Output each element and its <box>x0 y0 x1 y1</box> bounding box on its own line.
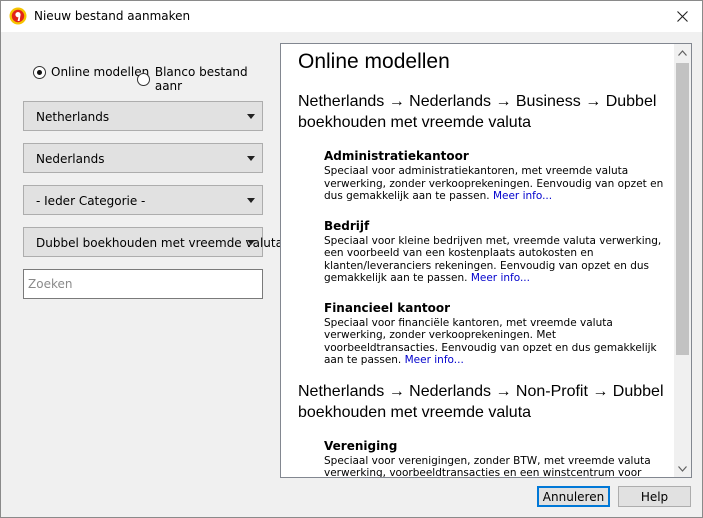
template-description-text: Speciaal voor financiële kantoren, met v… <box>324 316 657 367</box>
dropdown-value: - Ieder Categorie - <box>36 194 146 208</box>
scroll-up-button[interactable] <box>674 44 691 61</box>
template-description: Speciaal voor administratiekantoren, met… <box>324 165 669 203</box>
scroll-thumb[interactable] <box>676 63 689 355</box>
template-description: Speciaal voor verenigingen, zonder BTW, … <box>324 455 669 478</box>
template-title: Financieel kantoor <box>324 300 451 315</box>
more-info-link[interactable]: Meer info... <box>493 190 552 202</box>
radio-indicator <box>33 65 46 79</box>
dialog-window: Nieuw bestand aanmaken Online modellen B… <box>0 0 703 518</box>
dropdown-value: Nederlands <box>36 152 105 166</box>
language-dropdown[interactable]: Nederlands <box>23 143 263 173</box>
template-item[interactable]: Bedrijf Speciaal voor kleine bedrijven m… <box>324 219 669 285</box>
template-item[interactable]: Administratiekantoor Speciaal voor admin… <box>324 149 669 203</box>
search-input[interactable] <box>23 269 263 299</box>
template-title: Administratiekantoor <box>324 149 469 163</box>
scroll-down-button[interactable] <box>674 460 691 477</box>
radio-blank-label: Blanco bestand aanr <box>154 65 248 93</box>
more-info-link[interactable]: Meer info... <box>471 272 530 284</box>
chevron-up-icon <box>678 49 687 56</box>
vertical-scrollbar[interactable] <box>674 44 691 477</box>
group-path-non-profit: Netherlands → Nederlands → Non-Profit → … <box>298 382 664 421</box>
template-description: Speciaal voor kleine bedrijven met, vree… <box>324 235 669 285</box>
left-panel: Online modellen Blanco bestand aanr Neth… <box>1 32 283 518</box>
template-description: Speciaal voor financiële kantoren, met v… <box>324 317 669 367</box>
close-icon <box>676 11 688 22</box>
content-heading: Online modellen <box>298 50 450 73</box>
radio-online-models[interactable]: Online modellen <box>33 65 149 79</box>
radio-indicator <box>137 72 150 86</box>
radio-online-label: Online modellen <box>51 65 150 79</box>
file-type-dropdown[interactable]: Dubbel boekhouden met vreemde valuta <box>23 227 283 257</box>
chevron-down-icon <box>678 465 687 472</box>
cancel-button[interactable]: Annuleren <box>537 486 610 507</box>
templates-list: Online modellen Netherlands → Nederlands… <box>281 44 675 477</box>
template-title: Bedrijf <box>324 218 370 233</box>
group-path-business: Netherlands → Nederlands → Business → Du… <box>298 93 657 131</box>
template-item[interactable]: Financieel kantoor Speciaal voor financi… <box>324 301 669 367</box>
help-button[interactable]: Help <box>618 486 691 507</box>
template-title: Vereniging <box>324 438 398 453</box>
country-dropdown[interactable]: Netherlands <box>23 101 263 131</box>
chevron-down-icon <box>247 198 255 203</box>
chevron-down-icon <box>247 114 255 119</box>
templates-panel: Online modellen Netherlands → Nederlands… <box>280 43 692 478</box>
title-bar: Nieuw bestand aanmaken <box>1 1 702 32</box>
app-logo-icon <box>9 7 27 25</box>
chevron-down-icon <box>247 240 255 245</box>
dropdown-value: Netherlands <box>36 110 110 124</box>
close-button[interactable] <box>662 1 702 32</box>
template-item[interactable]: Vereniging Speciaal voor verenigingen, z… <box>324 439 669 478</box>
more-info-link[interactable]: Meer info... <box>405 354 464 366</box>
template-description-text: Speciaal voor verenigingen, zonder BTW, … <box>324 454 651 478</box>
window-title: Nieuw bestand aanmaken <box>34 9 191 23</box>
chevron-down-icon <box>247 156 255 161</box>
category-dropdown[interactable]: - Ieder Categorie - <box>23 185 263 215</box>
radio-blank-file[interactable]: Blanco bestand aanr <box>137 65 277 93</box>
dropdown-value: Dubbel boekhouden met vreemde valuta <box>36 236 283 250</box>
